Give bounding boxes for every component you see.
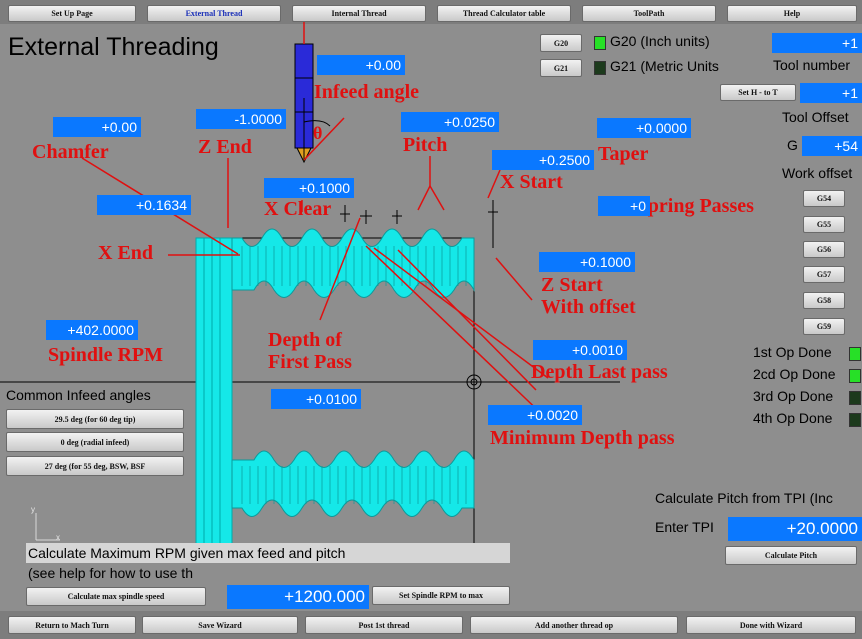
g21-label: G21 (Metric Units xyxy=(610,58,719,74)
x-clear-field[interactable]: +0.1000 xyxy=(264,178,354,198)
calculate-pitch-button[interactable]: Calculate Pitch xyxy=(725,546,857,565)
h-offset-field[interactable]: +1 xyxy=(800,83,862,103)
max-rpm-line2: (see help for how to use th xyxy=(28,565,193,581)
z-start-offset-field[interactable]: +0.1000 xyxy=(539,252,635,272)
done-with-wizard-button[interactable]: Done with Wizard xyxy=(686,616,856,634)
g56-button[interactable]: G56 xyxy=(803,241,845,258)
pitch-field[interactable]: +0.0250 xyxy=(401,112,499,132)
op1-done-indicator xyxy=(849,347,861,361)
g58-button[interactable]: G58 xyxy=(803,292,845,309)
g54-button[interactable]: G54 xyxy=(803,190,845,207)
op4-done-label: 4th Op Done xyxy=(753,410,833,426)
g59-button[interactable]: G59 xyxy=(803,318,845,335)
label-z-start-offset: With offset xyxy=(541,296,636,318)
op4-done-indicator xyxy=(849,413,861,427)
g20-button[interactable]: G20 xyxy=(540,34,582,52)
enter-tpi-label: Enter TPI xyxy=(655,519,714,535)
tpi-header: Calculate Pitch from TPI (Inc xyxy=(655,490,833,506)
label-depth-first-1: Depth of xyxy=(268,329,342,351)
label-z-start: Z Start xyxy=(541,274,603,296)
add-another-thread-op-button[interactable]: Add another thread op xyxy=(470,616,678,634)
g20-label: G20 (Inch units) xyxy=(610,33,710,49)
label-x-end: X End xyxy=(98,242,154,264)
infeed-header: Common Infeed angles xyxy=(6,387,151,403)
post-1st-thread-button[interactable]: Post 1st thread xyxy=(305,616,463,634)
label-min-depth-pass: Minimum Depth pass xyxy=(490,427,675,449)
label-infeed-angle: Infeed angle xyxy=(314,81,419,103)
set-spindle-rpm-max-button[interactable]: Set Spindle RPM to max xyxy=(372,586,510,605)
tpi-field[interactable]: +20.0000 xyxy=(728,517,862,541)
z-end-field[interactable]: -1.0000 xyxy=(196,109,286,129)
label-depth-last-pass: Depth Last pass xyxy=(531,361,668,383)
op3-done-indicator xyxy=(849,391,861,405)
label-x-start: X Start xyxy=(500,171,563,193)
max-rpm-line1: Calculate Maximum RPM given max feed and… xyxy=(28,545,346,561)
calculate-max-spindle-button[interactable]: Calculate max spindle speed xyxy=(26,587,206,606)
infeed-29-5-button[interactable]: 29.5 deg (for 60 deg tip) xyxy=(6,409,184,429)
op2-done-indicator xyxy=(849,369,861,383)
op1-done-label: 1st Op Done xyxy=(753,344,832,360)
x-start-field[interactable]: +0.2500 xyxy=(492,150,594,170)
label-pitch: Pitch xyxy=(403,134,448,156)
label-spindle-rpm: Spindle RPM xyxy=(48,344,164,366)
spindle-rpm-field[interactable]: +402.0000 xyxy=(46,320,138,340)
g57-button[interactable]: G57 xyxy=(803,266,845,283)
min-depth-pass-field[interactable]: +0.0020 xyxy=(488,405,582,425)
infeed-angle-field[interactable]: +0.00 xyxy=(317,55,405,75)
axis-x-label: x xyxy=(56,533,60,542)
depth-first-pass-field[interactable]: +0.0100 xyxy=(271,389,361,409)
g20-indicator xyxy=(594,36,606,50)
work-offset-field[interactable]: +54 xyxy=(802,136,862,156)
taper-field[interactable]: +0.0000 xyxy=(597,118,691,138)
label-taper: Taper xyxy=(598,143,649,165)
label-theta: θ xyxy=(313,123,323,143)
infeed-0-button[interactable]: 0 deg (radial infeed) xyxy=(6,432,184,452)
max-rpm-field[interactable]: +1200.000 xyxy=(227,585,369,609)
label-depth-first-2: First Pass xyxy=(268,351,352,373)
op2-done-label: 2cd Op Done xyxy=(753,366,836,382)
infeed-27-button[interactable]: 27 deg (for 55 deg, BSW, BSF xyxy=(6,456,184,476)
g21-indicator xyxy=(594,61,606,75)
depth-last-pass-field[interactable]: +0.0010 xyxy=(533,340,627,360)
g-label: G xyxy=(787,137,798,153)
tool-number-field[interactable]: +1 xyxy=(772,33,862,53)
save-wizard-button[interactable]: Save Wizard xyxy=(142,616,298,634)
g55-button[interactable]: G55 xyxy=(803,216,845,233)
x-end-field[interactable]: +0.1634 xyxy=(97,195,191,215)
work-offset-label: Work offset xyxy=(782,165,853,181)
spring-passes-field[interactable]: +0 xyxy=(598,196,650,216)
g21-button[interactable]: G21 xyxy=(540,59,582,77)
return-to-mach-turn-button[interactable]: Return to Mach Turn xyxy=(8,616,136,634)
tool-offset-label: Tool Offset xyxy=(782,109,849,125)
chamfer-field[interactable]: +0.00 xyxy=(53,117,141,137)
label-chamfer: Chamfer xyxy=(32,141,109,163)
tool-number-label: Tool number xyxy=(773,57,851,73)
op3-done-label: 3rd Op Done xyxy=(753,388,834,404)
axis-y-label: y xyxy=(31,505,35,514)
label-x-clear: X Clear xyxy=(264,198,332,220)
label-z-end: Z End xyxy=(198,136,252,158)
set-h-to-t-button[interactable]: Set H - to T xyxy=(720,84,796,101)
